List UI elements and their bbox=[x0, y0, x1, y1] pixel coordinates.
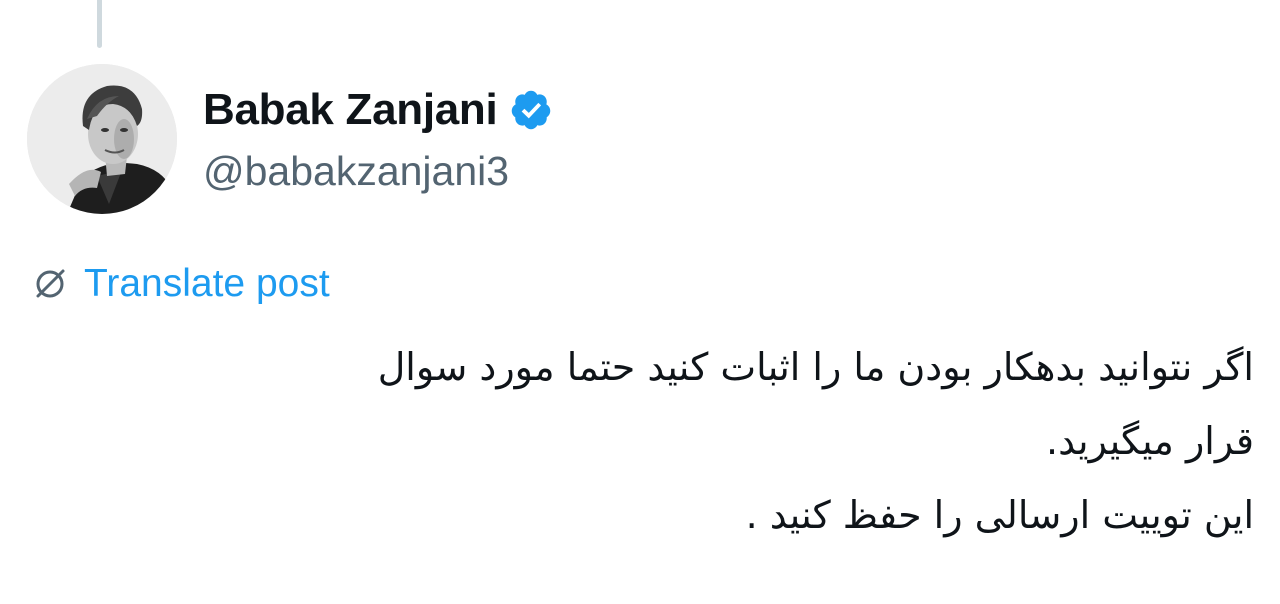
avatar[interactable] bbox=[27, 64, 177, 214]
post-text-line: اگر نتوانید بدهکار بودن ما را اثبات کنید… bbox=[377, 345, 1254, 389]
post-text-line: قرار میگیرید. bbox=[1046, 419, 1254, 463]
author-name-row: Babak Zanjani bbox=[203, 82, 553, 138]
post-body: اگر نتوانید بدهکار بودن ما را اثبات کنید… bbox=[34, 330, 1254, 552]
globe-icon bbox=[30, 264, 70, 304]
translate-post-link[interactable]: Translate post bbox=[84, 262, 330, 306]
author-display-name[interactable]: Babak Zanjani bbox=[203, 85, 498, 135]
avatar-photo bbox=[27, 64, 177, 214]
translate-post-row[interactable]: Translate post bbox=[30, 258, 330, 310]
post-text-line: این توییت ارسالی را حفظ کنید . bbox=[745, 493, 1254, 537]
author-handle[interactable]: @babakzanjani3 bbox=[203, 148, 509, 195]
thread-connector-line bbox=[97, 0, 102, 48]
verified-badge-icon[interactable] bbox=[509, 88, 553, 132]
